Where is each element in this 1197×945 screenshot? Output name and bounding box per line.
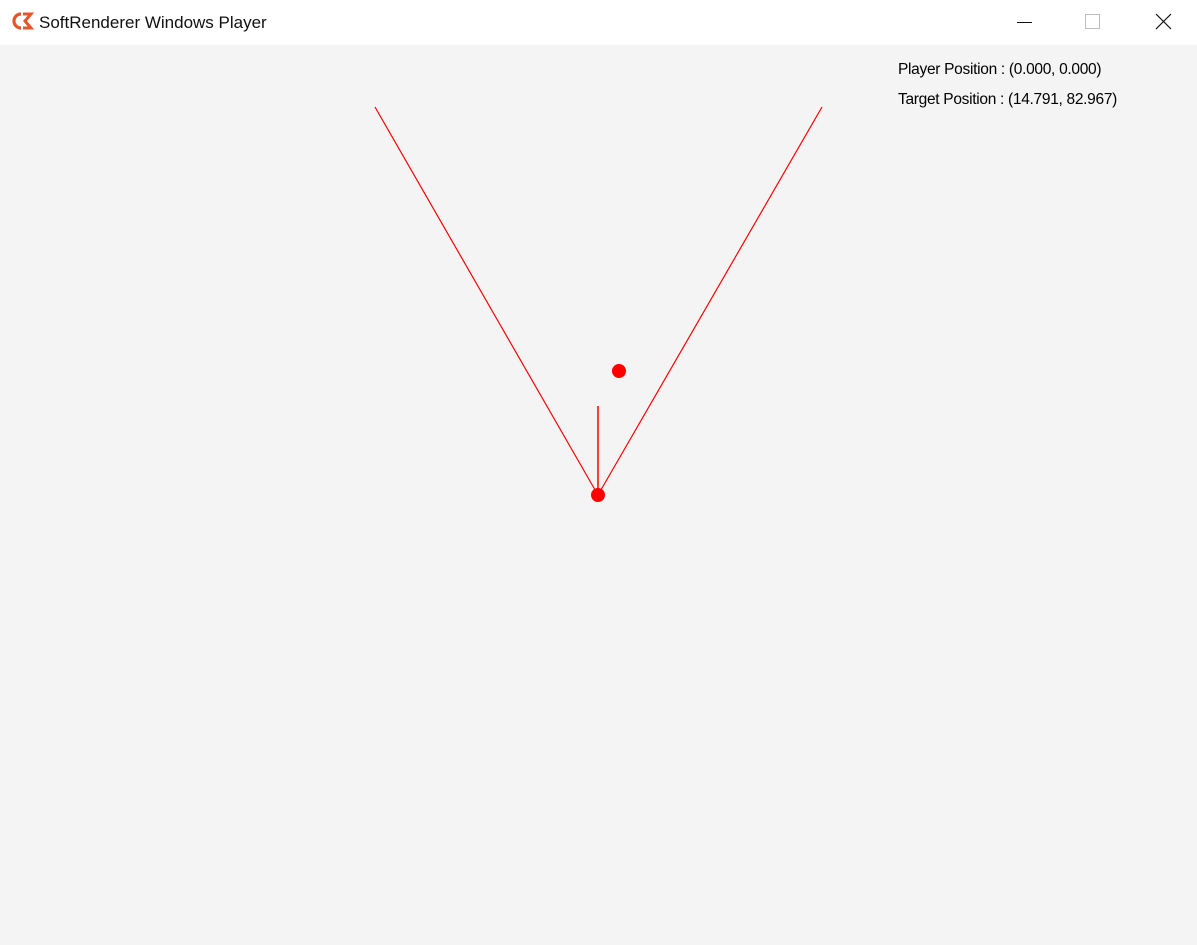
app-window: SoftRenderer Windows Player Player Posit… — [0, 0, 1197, 945]
view-cone-left-edge — [374, 106, 599, 496]
player-point — [591, 488, 605, 502]
window-title: SoftRenderer Windows Player — [39, 13, 267, 32]
player-position-readout: Player Position : (0.000, 0.000) — [898, 61, 1102, 78]
maximize-button[interactable] — [1069, 0, 1115, 45]
render-viewport[interactable]: Player Position : (0.000, 0.000) Target … — [0, 45, 1197, 945]
minimize-button[interactable] — [1001, 0, 1047, 45]
close-button[interactable] — [1140, 0, 1186, 45]
scene-canvas — [374, 106, 823, 502]
softrenderer-logo-icon — [9, 11, 35, 31]
target-point — [612, 364, 626, 378]
target-position-readout: Target Position : (14.791, 82.967) — [898, 91, 1118, 108]
view-cone-right-edge — [597, 106, 823, 496]
title-bar[interactable]: SoftRenderer Windows Player — [0, 0, 1197, 45]
